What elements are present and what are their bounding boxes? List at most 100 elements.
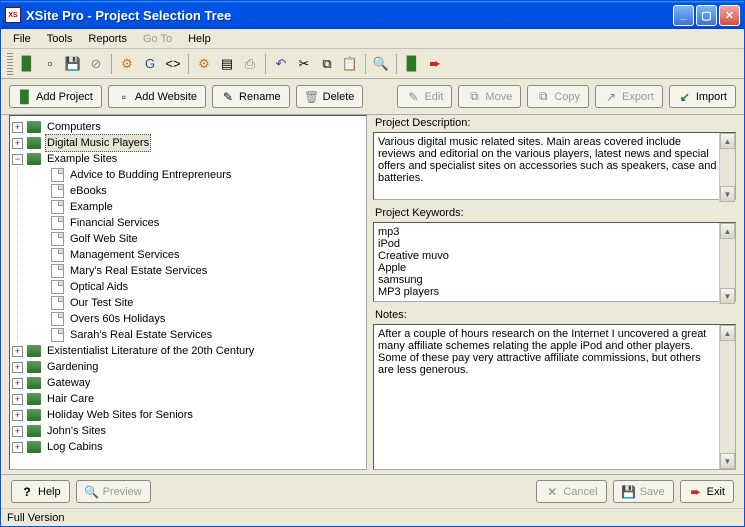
expand-icon[interactable]: + — [12, 138, 23, 149]
tree-label[interactable]: Example — [68, 199, 115, 215]
tree-label[interactable]: John's Sites — [45, 423, 108, 439]
tree-label[interactable]: Example Sites — [45, 151, 119, 167]
tree-label[interactable]: Financial Services — [68, 215, 161, 231]
tree-website[interactable]: Golf Web Site — [36, 231, 364, 247]
code-icon[interactable]: <> — [162, 53, 184, 75]
expand-icon[interactable]: + — [12, 378, 23, 389]
tree-project[interactable]: + Hair Care — [12, 391, 364, 407]
tree-project[interactable]: + Existentialist Literature of the 20th C… — [12, 343, 364, 359]
tree-website[interactable]: Financial Services — [36, 215, 364, 231]
book2-icon[interactable]: ▉ — [401, 53, 423, 75]
print-icon[interactable]: ⎙ — [239, 53, 261, 75]
expand-icon[interactable]: + — [12, 362, 23, 373]
delete-button[interactable]: 🗑Delete — [296, 85, 364, 108]
expand-icon[interactable]: + — [12, 122, 23, 133]
tree-website[interactable]: Sarah's Real Estate Services — [36, 327, 364, 343]
expand-icon[interactable]: + — [12, 394, 23, 405]
tree-project[interactable]: + Digital Music Players — [12, 135, 364, 151]
tree-project[interactable]: + Gateway — [12, 375, 364, 391]
tree-label[interactable]: Gateway — [45, 375, 92, 391]
toolbar-handle[interactable] — [7, 53, 13, 75]
add-project-button[interactable]: ▉Add Project — [9, 85, 102, 108]
menu-file[interactable]: File — [5, 31, 39, 47]
cut-icon[interactable]: ✂ — [293, 53, 315, 75]
copy-button: ⧉Copy — [527, 85, 589, 108]
tree-label[interactable]: Digital Music Players — [45, 134, 151, 152]
keywords-textarea[interactable] — [373, 222, 736, 302]
paste-icon[interactable]: 📋 — [339, 53, 361, 75]
tree-website[interactable]: Mary's Real Estate Services — [36, 263, 364, 279]
expand-icon[interactable]: + — [12, 426, 23, 437]
tree-label[interactable]: Existentialist Literature of the 20th Ce… — [45, 343, 256, 359]
web-icon[interactable]: ⚙ — [116, 53, 138, 75]
minimize-button[interactable]: _ — [673, 5, 694, 26]
tree-website[interactable]: Example — [36, 199, 364, 215]
tree-label[interactable]: Computers — [45, 119, 103, 135]
tree-label[interactable]: Sarah's Real Estate Services — [68, 327, 214, 343]
description-textarea[interactable] — [373, 132, 736, 200]
tree-label[interactable]: Mary's Real Estate Services — [68, 263, 209, 279]
notes-textarea[interactable] — [373, 324, 736, 470]
copy-icon[interactable]: ⧉ — [316, 53, 338, 75]
menu-help[interactable]: Help — [180, 31, 219, 47]
scrollbar[interactable]: ▲▼ — [719, 223, 735, 304]
page-icon[interactable]: ▫ — [39, 53, 61, 75]
import-button[interactable]: ↙Import — [669, 85, 736, 108]
exit-button[interactable]: ➨Exit — [680, 480, 734, 503]
tree-label[interactable]: Optical Aids — [68, 279, 130, 295]
book-icon[interactable]: ▉ — [16, 53, 38, 75]
tree-label[interactable]: Holiday Web Sites for Seniors — [45, 407, 195, 423]
tree-label[interactable]: Hair Care — [45, 391, 96, 407]
help-button[interactable]: ?Help — [11, 480, 70, 503]
tree-website[interactable]: Our Test Site — [36, 295, 364, 311]
tree-project[interactable]: + Gardening — [12, 359, 364, 375]
tree-website[interactable]: eBooks — [36, 183, 364, 199]
project-icon — [27, 377, 41, 389]
page-icon — [51, 264, 64, 278]
page-icon — [51, 296, 64, 310]
gear-icon[interactable]: ⚙ — [193, 53, 215, 75]
tree-label[interactable]: Management Services — [68, 247, 181, 263]
project-icon — [27, 137, 41, 149]
collapse-icon[interactable]: − — [12, 154, 23, 165]
close-button[interactable]: ✕ — [719, 5, 740, 26]
tree-pane[interactable]: + Computers + Digital Music Players − Example… — [9, 115, 367, 470]
menu-tools[interactable]: Tools — [39, 31, 81, 47]
project-icon — [27, 393, 41, 405]
tree-project[interactable]: + Log Cabins — [12, 439, 364, 455]
maximize-button[interactable]: ▢ — [696, 5, 717, 26]
tree-project[interactable]: + Holiday Web Sites for Seniors — [12, 407, 364, 423]
tree-label[interactable]: Log Cabins — [45, 439, 105, 455]
tree-website[interactable]: Overs 60s Holidays — [36, 311, 364, 327]
tree-label[interactable]: eBooks — [68, 183, 109, 199]
expand-icon[interactable]: + — [12, 410, 23, 421]
tree-website[interactable]: Advice to Budding Entrepreneurs — [36, 167, 364, 183]
tree-label[interactable]: Golf Web Site — [68, 231, 140, 247]
menu-reports[interactable]: Reports — [80, 31, 135, 47]
tree-website[interactable]: Management Services — [36, 247, 364, 263]
rename-button[interactable]: ✎Rename — [212, 85, 290, 108]
undo-icon[interactable]: ↶ — [270, 53, 292, 75]
expand-icon[interactable]: + — [12, 442, 23, 453]
tree-label[interactable]: Advice to Budding Entrepreneurs — [68, 167, 233, 183]
scrollbar[interactable]: ▲▼ — [719, 325, 735, 469]
save-icon[interactable]: 💾 — [62, 53, 84, 75]
tree-label[interactable]: Gardening — [45, 359, 100, 375]
exit-icon[interactable]: ➨ — [424, 53, 446, 75]
tree-label[interactable]: Overs 60s Holidays — [68, 311, 167, 327]
scrollbar[interactable]: ▲▼ — [719, 133, 735, 202]
bottom-bar: ?Help 🔍Preview ✕Cancel 💾Save ➨Exit — [1, 474, 744, 508]
globe-icon[interactable]: G — [139, 53, 161, 75]
clipboard-icon[interactable]: ▤ — [216, 53, 238, 75]
page-icon — [51, 184, 64, 198]
search-icon[interactable]: 🔍 — [370, 53, 392, 75]
move-button: ⧉Move — [458, 85, 521, 108]
expand-icon[interactable]: + — [12, 346, 23, 357]
add-website-button[interactable]: ▫Add Website — [108, 85, 206, 108]
tree-website[interactable]: Optical Aids — [36, 279, 364, 295]
tree-project[interactable]: + Computers — [12, 119, 364, 135]
tree-project[interactable]: − Example Sites — [12, 151, 364, 167]
cancel-icon[interactable]: ⊘ — [85, 53, 107, 75]
tree-project[interactable]: + John's Sites — [12, 423, 364, 439]
tree-label[interactable]: Our Test Site — [68, 295, 135, 311]
